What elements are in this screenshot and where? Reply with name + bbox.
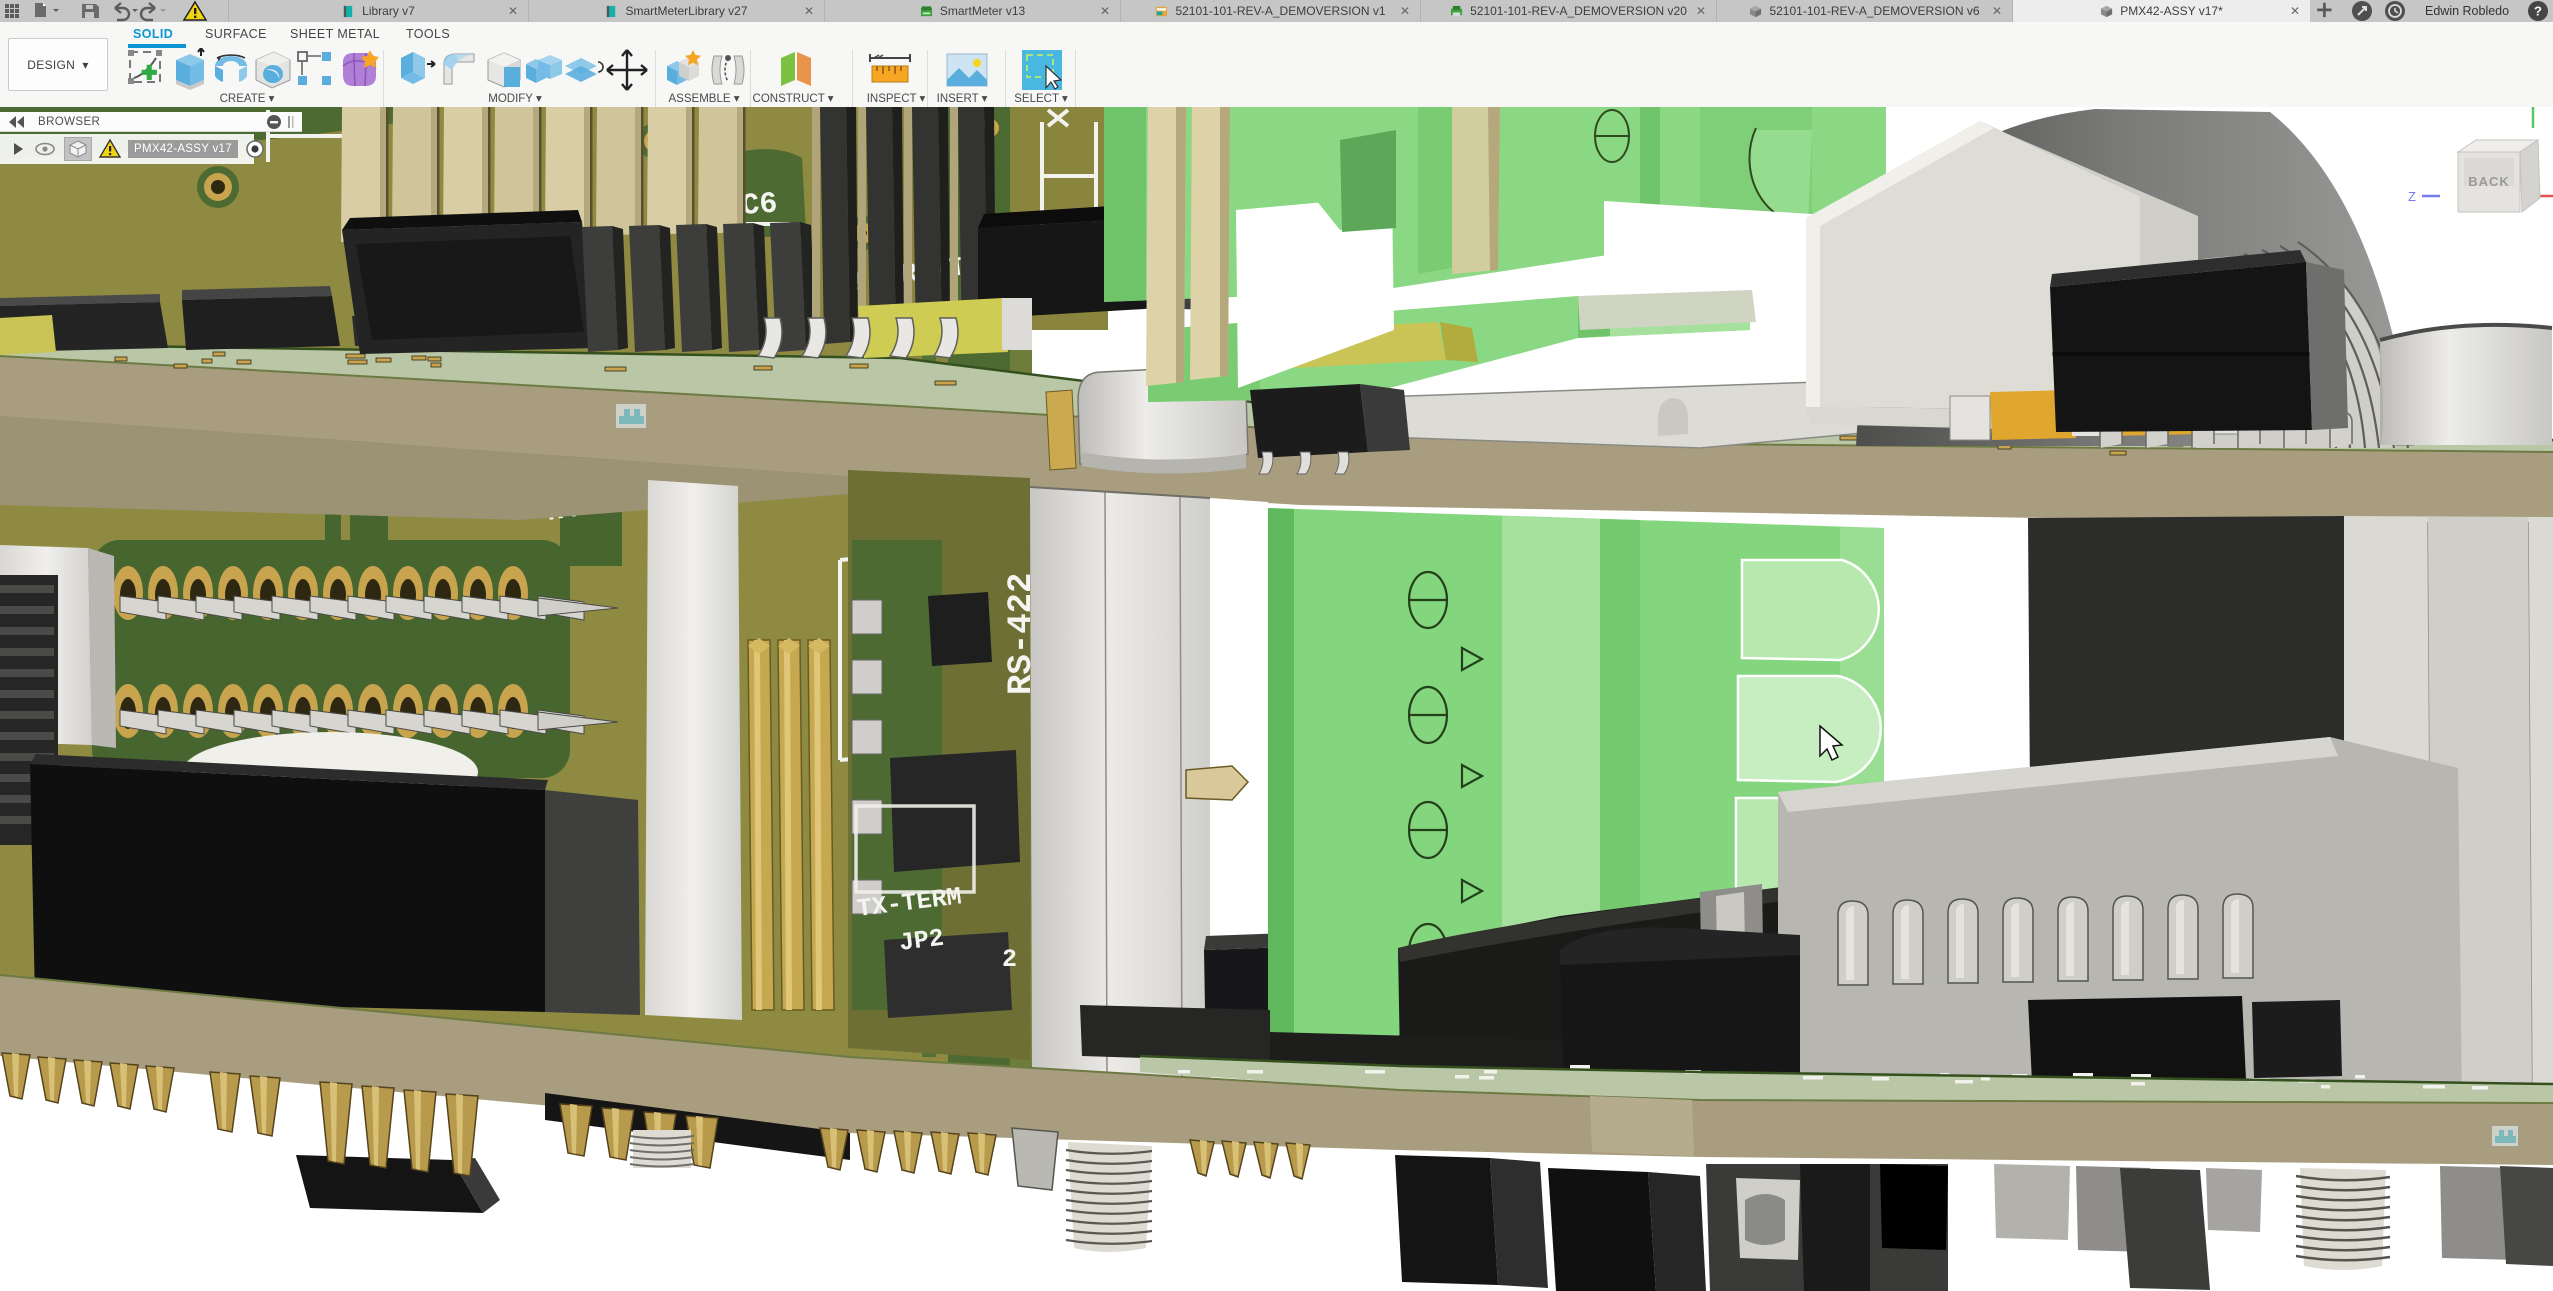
svg-text:?: ? bbox=[2534, 4, 2542, 19]
svg-text:JP2: JP2 bbox=[897, 924, 945, 958]
svg-text:Z: Z bbox=[2408, 189, 2416, 204]
svg-text:C6: C6 bbox=[740, 188, 778, 224]
svg-text:Edwin Robledo: Edwin Robledo bbox=[2425, 4, 2509, 18]
svg-text:BACK: BACK bbox=[2468, 174, 2510, 189]
svg-text:2: 2 bbox=[1002, 945, 1017, 974]
